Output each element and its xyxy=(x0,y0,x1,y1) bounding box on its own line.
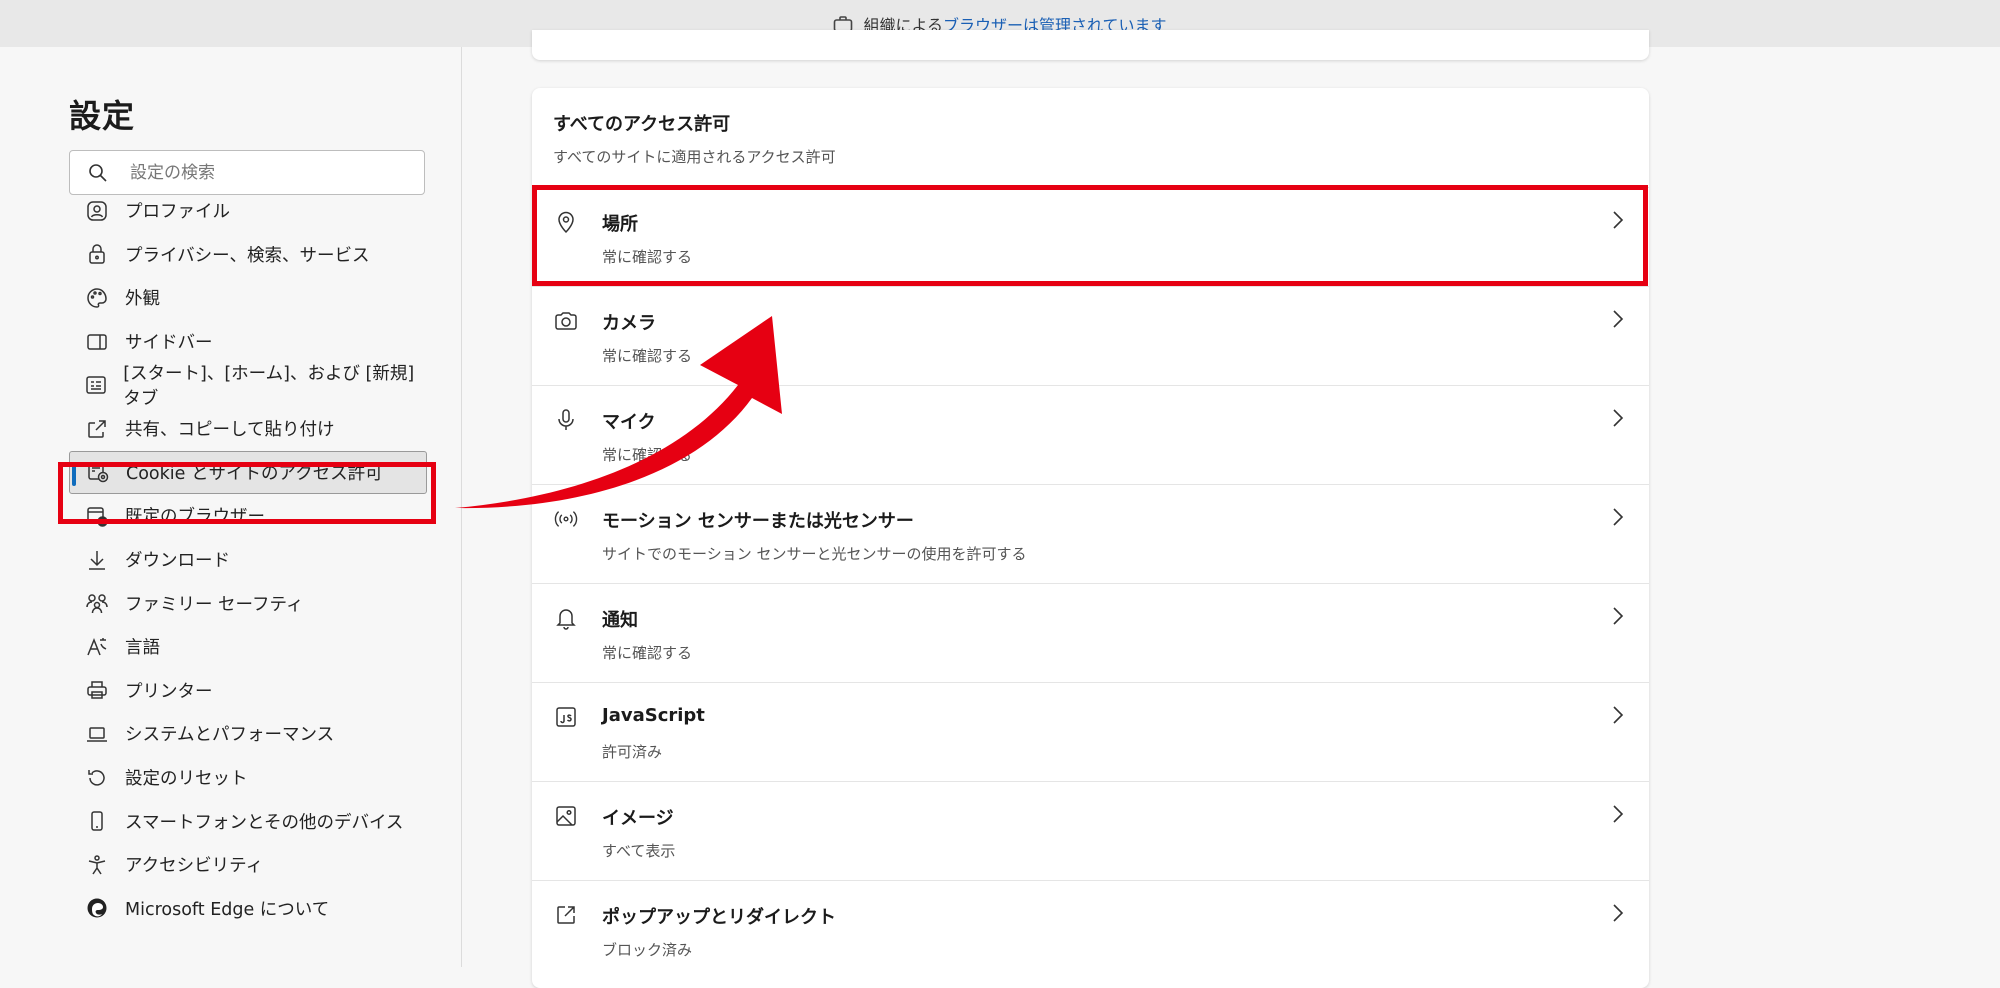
annotation-arrow xyxy=(455,316,782,509)
